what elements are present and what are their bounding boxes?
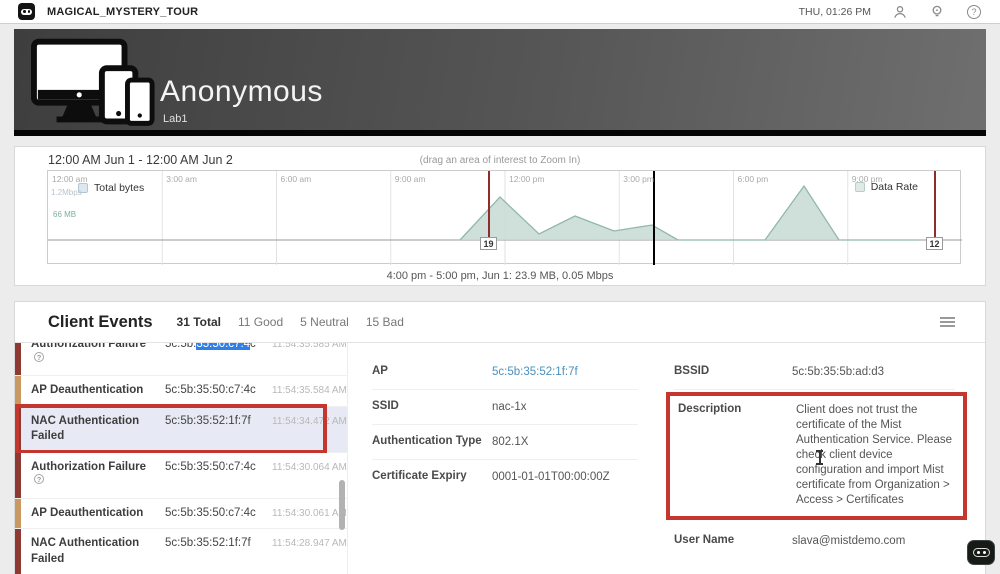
x-axis-tick-label: 6:00 am <box>281 174 312 184</box>
event-time: 11:54:35.584 AM, Jun 1 <box>272 383 347 396</box>
detail-field-value: 802.1X <box>492 435 638 450</box>
client-name: Anonymous <box>160 75 323 109</box>
text-cursor <box>819 451 821 464</box>
detail-field-value: Client does not trust the certificate of… <box>796 403 955 508</box>
detail-field-label: Description <box>678 403 796 508</box>
timeline-card: 12:00 AM Jun 1 - 12:00 AM Jun 2 (drag an… <box>14 146 986 286</box>
info-icon[interactable]: ? <box>34 352 44 362</box>
event-count-badge[interactable]: 5 Neutral <box>300 315 349 329</box>
user-icon[interactable] <box>892 4 908 20</box>
event-mac: 5c:5b:35:52:1f:7f <box>165 536 262 549</box>
event-mac: 5c:5b:35:50:c7:4c <box>165 506 262 519</box>
mist-assistant-button[interactable] <box>967 540 995 565</box>
timeline-chart[interactable]: 12:00 am 3:00 am 6:00 am 9:00 am 12:00 p… <box>47 170 961 264</box>
severity-indicator <box>15 407 21 452</box>
detail-field-label: Authentication Type <box>372 435 492 450</box>
detail-field: AP 5c:5b:35:52:1f:7f <box>372 355 638 390</box>
event-time: 11:54:28.947 AM, Jun 1 <box>272 536 347 549</box>
event-counts: 31 Total 11 Good 5 Neutral 15 Bad <box>177 315 404 329</box>
event-count-badge[interactable]: 15 Bad <box>366 315 404 329</box>
event-type: AP Deauthentication <box>31 506 155 522</box>
event-row[interactable]: Authorization Failure? 5c:5b:35:50:c7:4c… <box>15 343 347 376</box>
event-type: NAC Authentication Failed <box>31 536 155 567</box>
devices-icon <box>30 37 158 134</box>
severity-indicator <box>15 529 21 574</box>
top-bar: MAGICAL_MYSTERY_TOUR THU, 01:26 PM ? <box>0 0 1000 24</box>
event-list-container: Authorization Failure? 5c:5b:35:50:c7:4c… <box>15 343 347 574</box>
event-type: Authorization Failure? <box>31 460 155 491</box>
legend-total-bytes[interactable]: Total bytes <box>78 182 144 194</box>
detail-field-label: AP <box>372 365 492 380</box>
event-row[interactable]: NAC Authentication Failed 5c:5b:35:52:1f… <box>15 407 347 453</box>
event-time: 11:54:30.064 AM, Jun 1 <box>272 460 347 473</box>
detail-field-value: nac-1x <box>492 400 638 415</box>
event-detail-panel: AP 5c:5b:35:52:1f:7f SSID nac-1x Authent… <box>347 343 985 574</box>
event-time: 11:54:30.061 AM, Jun 1 <box>272 506 347 519</box>
detail-field-label: User Name <box>674 534 792 549</box>
x-axis-tick-label: 6:00 pm <box>738 174 769 184</box>
detail-field: Authentication Type 802.1X <box>372 425 638 460</box>
mist-logo-icon[interactable] <box>18 3 35 20</box>
detail-field-label: Certificate Expiry <box>372 470 492 485</box>
event-count-badge[interactable]: 31 Total <box>177 315 221 329</box>
event-row[interactable]: Authorization Failure? 5c:5b:35:50:c7:4c… <box>15 453 347 499</box>
client-events-header: Client Events 31 Total 11 Good 5 Neutral… <box>15 302 985 343</box>
severity-indicator <box>15 499 21 529</box>
help-icon[interactable]: ? <box>966 4 982 20</box>
legend-data-rate[interactable]: Data Rate <box>855 181 918 193</box>
detail-field: SSID nac-1x <box>372 390 638 425</box>
event-row[interactable]: AP Deauthentication 5c:5b:35:50:c7:4c 11… <box>15 499 347 530</box>
event-mac: 5c:5b:35:50:c7:4c <box>165 460 262 473</box>
y-axis-label-rate: 1.2Mbps <box>51 188 82 197</box>
detail-column-right: BSSID 5c:5b:35:5b:ad:d3 Description Clie… <box>674 355 955 574</box>
event-mac: 5c:5b:35:50:c7:4c <box>165 343 262 350</box>
site-name: Lab1 <box>163 113 187 125</box>
severity-indicator <box>15 376 21 406</box>
detail-field-value: slava@mistdemo.com <box>792 534 952 549</box>
x-axis-tick-label: 9:00 am <box>395 174 426 184</box>
detail-field: Description Client does not trust the ce… <box>666 392 967 520</box>
event-type: AP Deauthentication <box>31 383 155 399</box>
event-row[interactable]: AP Deauthentication 5c:5b:35:50:c7:4c 11… <box>15 376 347 407</box>
mist-logo-icon <box>973 548 990 557</box>
zoom-hint: (drag an area of interest to Zoom In) <box>15 155 985 166</box>
event-marker-left[interactable]: 19 <box>480 237 497 250</box>
detail-field: User Name slava@mistdemo.com <box>674 524 955 558</box>
y-axis-label-bytes: 66 MB <box>53 210 76 219</box>
event-type: NAC Authentication Failed <box>31 414 155 445</box>
lightbulb-icon[interactable] <box>929 4 945 20</box>
severity-indicator <box>15 343 21 375</box>
detail-field: BSSID 5c:5b:35:5b:ad:d3 <box>674 355 955 390</box>
data-rate-checkbox[interactable] <box>855 182 865 192</box>
list-scrollbar[interactable] <box>339 480 345 530</box>
x-axis-tick-label: 12:00 pm <box>509 174 544 184</box>
client-hero-banner: Anonymous Lab1 <box>14 29 986 136</box>
x-axis-tick-label: 3:00 am <box>166 174 197 184</box>
event-row[interactable]: NAC Authentication Failed 5c:5b:35:52:1f… <box>15 529 347 574</box>
section-title: Client Events <box>48 313 153 332</box>
event-mac: 5c:5b:35:52:1f:7f <box>165 414 262 427</box>
selection-caption: 4:00 pm - 5:00 pm, Jun 1: 23.9 MB, 0.05 … <box>15 270 985 282</box>
detail-field-value: 5c:5b:35:5b:ad:d3 <box>792 365 952 380</box>
detail-field: Certificate Expiry 0001-01-01T00:00:00Z <box>372 460 638 494</box>
detail-field-value: 0001-01-01T00:00:00Z <box>492 470 638 485</box>
filter-icon[interactable] <box>940 317 955 327</box>
event-time: 11:54:35.585 AM, Jun 1 <box>272 343 347 350</box>
event-marker-right[interactable]: 12 <box>926 237 943 250</box>
detail-field-label: SSID <box>372 400 492 415</box>
event-time: 11:54:34.472 AM, Jun 1 <box>272 414 347 427</box>
event-type: Authorization Failure? <box>31 343 155 368</box>
detail-column-left: AP 5c:5b:35:52:1f:7f SSID nac-1x Authent… <box>372 355 638 574</box>
org-name[interactable]: MAGICAL_MYSTERY_TOUR <box>47 6 198 18</box>
detail-field-label: BSSID <box>674 365 792 380</box>
event-mac: 5c:5b:35:50:c7:4c <box>165 383 262 396</box>
client-events-card: Client Events 31 Total 11 Good 5 Neutral… <box>14 301 986 574</box>
info-icon[interactable]: ? <box>34 474 44 484</box>
event-list: Authorization Failure? 5c:5b:35:50:c7:4c… <box>15 343 347 574</box>
clock-label: THU, 01:26 PM <box>799 6 871 18</box>
detail-field-value: 5c:5b:35:52:1f:7f <box>492 365 638 380</box>
x-axis-tick-label: 3:00 pm <box>623 174 654 184</box>
event-count-badge[interactable]: 11 Good <box>238 315 283 329</box>
severity-indicator <box>15 453 21 498</box>
